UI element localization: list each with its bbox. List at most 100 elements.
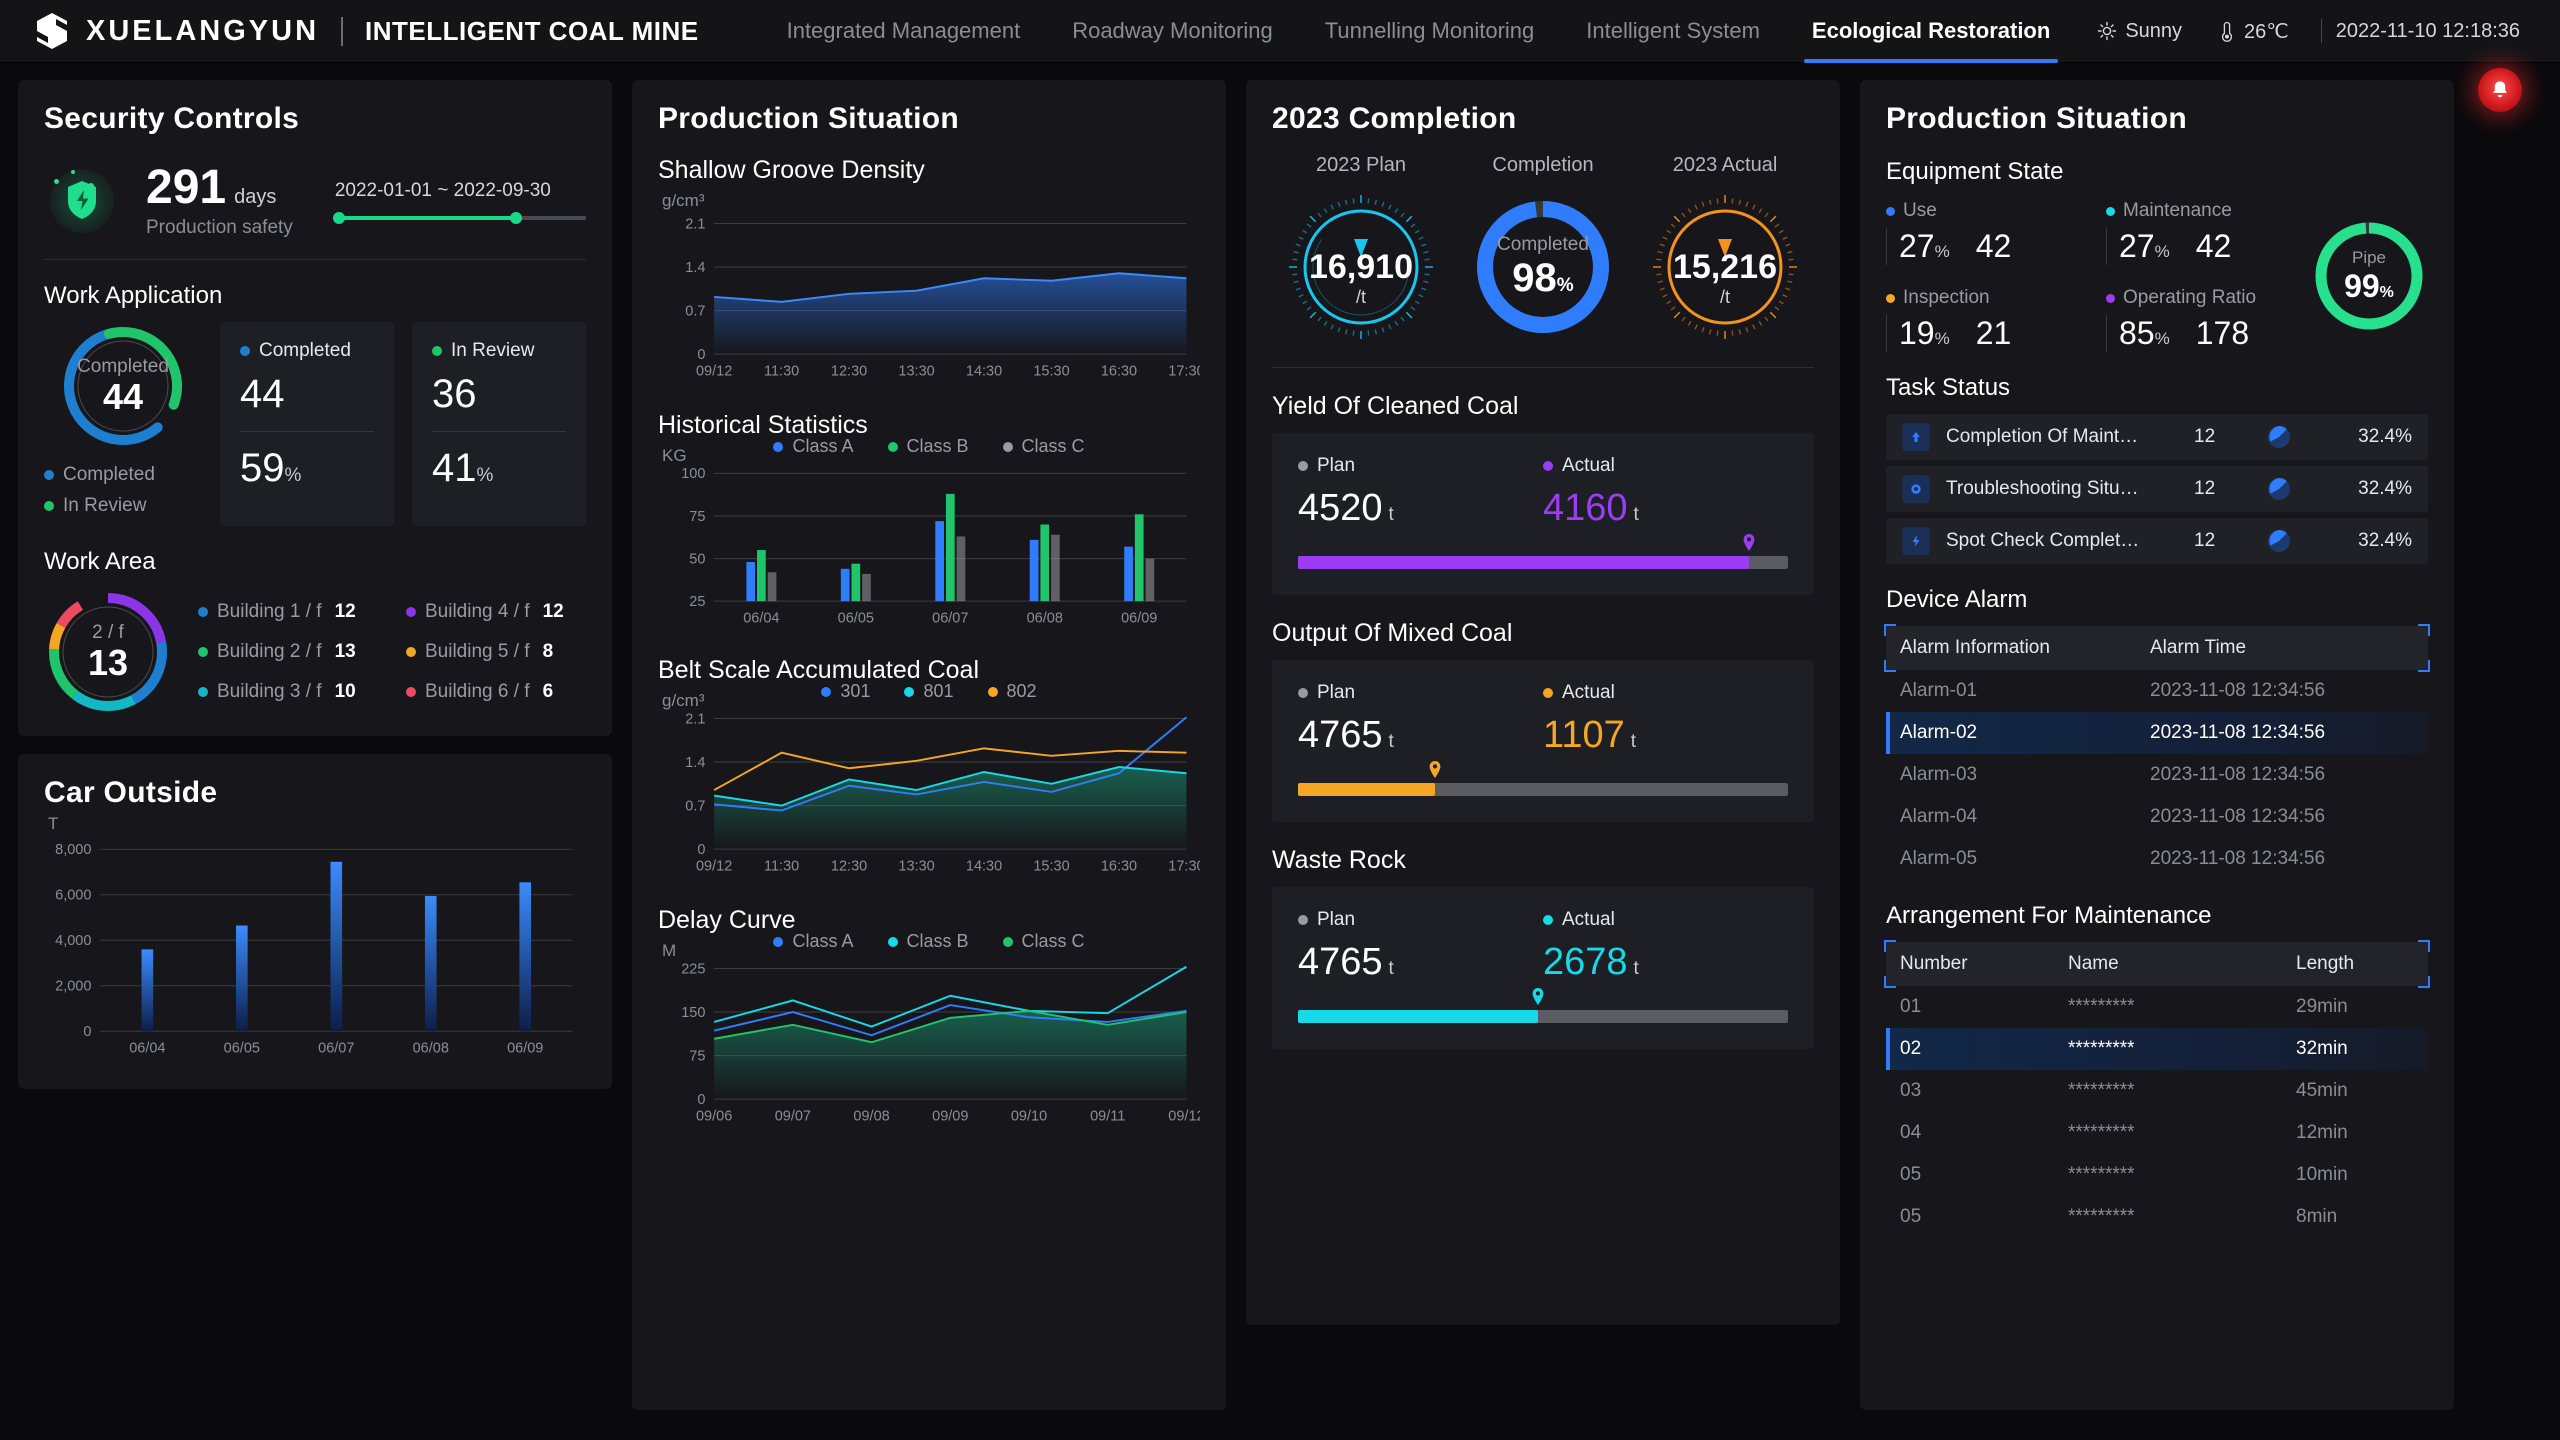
svg-text:1.4: 1.4 xyxy=(685,260,705,276)
pipe-label: Pipe xyxy=(2351,247,2387,267)
table-row[interactable]: Alarm-02 2023-11-08 12:34:56 xyxy=(1886,712,2428,754)
equipment-item-use: Use 27% 42 xyxy=(1886,200,2072,265)
plan-value: 4765 t xyxy=(1298,714,1394,756)
actual-legend: Actual xyxy=(1543,909,1788,931)
production-situation-right-title: Production Situation xyxy=(1886,102,2187,135)
task-count: 12 xyxy=(2194,530,2216,551)
progress-pin-icon xyxy=(1743,534,1755,551)
svg-text:8,000: 8,000 xyxy=(55,842,91,858)
column-header-number: Number xyxy=(1900,953,1968,974)
column-production-left: Production Situation Shallow Groove Dens… xyxy=(632,80,1226,1410)
stat-value: 44 xyxy=(240,372,285,416)
work-area-title: Work Area xyxy=(44,548,156,575)
arrangement-title: Arrangement For Maintenance xyxy=(1886,902,2212,929)
plan-value: 4520 t xyxy=(1298,487,1394,529)
alarm-bell-button[interactable] xyxy=(2478,68,2522,112)
legend-item: Class A xyxy=(773,931,854,952)
actual-value: 4160 t xyxy=(1543,487,1639,529)
building-item: Building 4 / f 12 xyxy=(406,601,586,623)
svg-text:17:30: 17:30 xyxy=(1168,363,1200,379)
table-row[interactable]: Alarm-05 2023-11-08 12:34:56 xyxy=(1886,838,2428,880)
nav-item-integrated-management[interactable]: Integrated Management xyxy=(761,0,1047,63)
svg-text:4,000: 4,000 xyxy=(55,933,91,949)
svg-text:09/08: 09/08 xyxy=(853,1108,889,1124)
task-name: Spot Check Complet… xyxy=(1946,530,2140,551)
production-safety-stat: 291 days Production safety xyxy=(146,160,293,239)
output-mixed-coal-box: Plan Actual 4765 t 1107 t xyxy=(1272,660,1814,822)
svg-text:12:30: 12:30 xyxy=(831,858,867,874)
table-row[interactable]: 05 ********* 10min xyxy=(1886,1154,2428,1196)
svg-text:06/07: 06/07 xyxy=(318,1041,354,1057)
legend-item: Class C xyxy=(1002,931,1085,952)
table-row[interactable]: 03 ********* 45min xyxy=(1886,1070,2428,1112)
svg-text:75: 75 xyxy=(689,509,705,525)
svg-text:2.1: 2.1 xyxy=(685,216,705,232)
table-row[interactable]: Alarm-03 2023-11-08 12:34:56 xyxy=(1886,754,2428,796)
legend-item: 301 xyxy=(821,681,870,702)
svg-text:25: 25 xyxy=(689,594,705,610)
work-area-row: 2 / f 13 Building 1 / f 12 Building 4 / f… xyxy=(44,588,586,716)
svg-text:16:30: 16:30 xyxy=(1101,363,1137,379)
gauge-completion: Completion Completed 98% xyxy=(1454,154,1632,347)
table-row[interactable]: 02 ********* 32min xyxy=(1886,1028,2428,1070)
legend-item: Class B xyxy=(887,436,969,457)
donut-center-value: 44 xyxy=(102,376,144,418)
stat-percent: 59 xyxy=(240,446,285,490)
svg-text:09/12: 09/12 xyxy=(1168,1108,1200,1124)
svg-text:09/12: 09/12 xyxy=(696,363,732,379)
svg-text:11:30: 11:30 xyxy=(764,858,799,874)
table-header: Number Name Length xyxy=(1884,940,2430,988)
dashboard-grid: Security Controls 291 days Production sa… xyxy=(0,63,2560,1440)
table-row[interactable]: 04 ********* 12min xyxy=(1886,1112,2428,1154)
svg-text:14:30: 14:30 xyxy=(966,858,1002,874)
gauge-value: 15,216 xyxy=(1673,248,1777,286)
task-row[interactable]: Troubleshooting Situ… 12 32.4% xyxy=(1886,466,2428,512)
svg-text:2,000: 2,000 xyxy=(55,979,91,995)
nav-item-roadway-monitoring[interactable]: Roadway Monitoring xyxy=(1046,0,1299,63)
thermometer-icon xyxy=(2222,21,2233,42)
task-row[interactable]: Spot Check Complet… 12 32.4% xyxy=(1886,518,2428,564)
weather-label: Sunny xyxy=(2125,19,2183,42)
task-count: 12 xyxy=(2194,478,2216,499)
svg-text:6,000: 6,000 xyxy=(55,888,91,904)
temperature-label: 26℃ xyxy=(2244,20,2289,43)
building-legend: Building 1 / f 12 Building 4 / f 12 Buildi… xyxy=(198,601,586,703)
date-range-slider[interactable]: 2022-01-01 ~ 2022-09-30 xyxy=(332,180,586,224)
gauge-caption: Completion xyxy=(1492,154,1594,176)
production-situation-left-card: Production Situation Shallow Groove Dens… xyxy=(632,80,1226,1410)
brand: XUELANGYUN INTELLIGENT COAL MINE xyxy=(0,12,699,50)
completion-2023-card: 2023 Completion 2023 Plan 16,910 /t Comp… xyxy=(1246,80,1840,1325)
nav-item-ecological-restoration[interactable]: Ecological Restoration xyxy=(1786,0,2076,63)
work-application-donut: Completed 44 xyxy=(59,322,187,450)
task-row[interactable]: Completion Of Maint… 12 32.4% xyxy=(1886,414,2428,460)
svg-text:09/07: 09/07 xyxy=(775,1108,811,1124)
shallow-groove-density-title: Shallow Groove Density xyxy=(658,156,925,184)
progress-pin-icon xyxy=(1532,988,1544,1005)
historical-statistics-chart: 25 50 75 100 06/04 06/05 06/07 06/08 06/09 xyxy=(658,461,1200,636)
donut-center-label: Completed xyxy=(77,356,169,378)
shield-badge xyxy=(44,161,122,239)
svg-text:50: 50 xyxy=(689,551,705,567)
task-count: 12 xyxy=(2194,426,2216,447)
svg-text:09/11: 09/11 xyxy=(1090,1108,1125,1124)
stat-card-completed: Completed 44 59% xyxy=(220,322,394,526)
stat-percent: 41 xyxy=(432,446,477,490)
table-row[interactable]: Alarm-01 2023-11-08 12:34:56 xyxy=(1886,670,2428,712)
table-row[interactable]: 05 ********* 8min xyxy=(1886,1196,2428,1238)
legend-item: 802 xyxy=(987,681,1037,702)
nav-item-intelligent-system[interactable]: Intelligent System xyxy=(1560,0,1786,63)
work-application-legend: Completed In Review xyxy=(44,464,155,526)
column-header-length: Length xyxy=(2296,953,2355,974)
svg-text:16:30: 16:30 xyxy=(1101,858,1137,874)
header-right: Sunny 26℃ 2022-11-10 12:18:36 xyxy=(2079,19,2560,44)
task-pie-icon xyxy=(2266,528,2292,554)
column-completion: 2023 Completion 2023 Plan 16,910 /t Comp… xyxy=(1246,80,1840,1325)
stat-label: In Review xyxy=(451,340,535,361)
security-controls-card: Security Controls 291 days Production sa… xyxy=(18,80,612,736)
table-row[interactable]: 01 ********* 29min xyxy=(1886,986,2428,1028)
work-application-row: Completed 44 Completed In Review Complet… xyxy=(44,322,586,526)
range-track[interactable] xyxy=(332,211,586,224)
table-row[interactable]: Alarm-04 2023-11-08 12:34:56 xyxy=(1886,796,2428,838)
svg-text:1.4: 1.4 xyxy=(685,755,705,771)
nav-item-tunnelling-monitoring[interactable]: Tunnelling Monitoring xyxy=(1299,0,1561,63)
